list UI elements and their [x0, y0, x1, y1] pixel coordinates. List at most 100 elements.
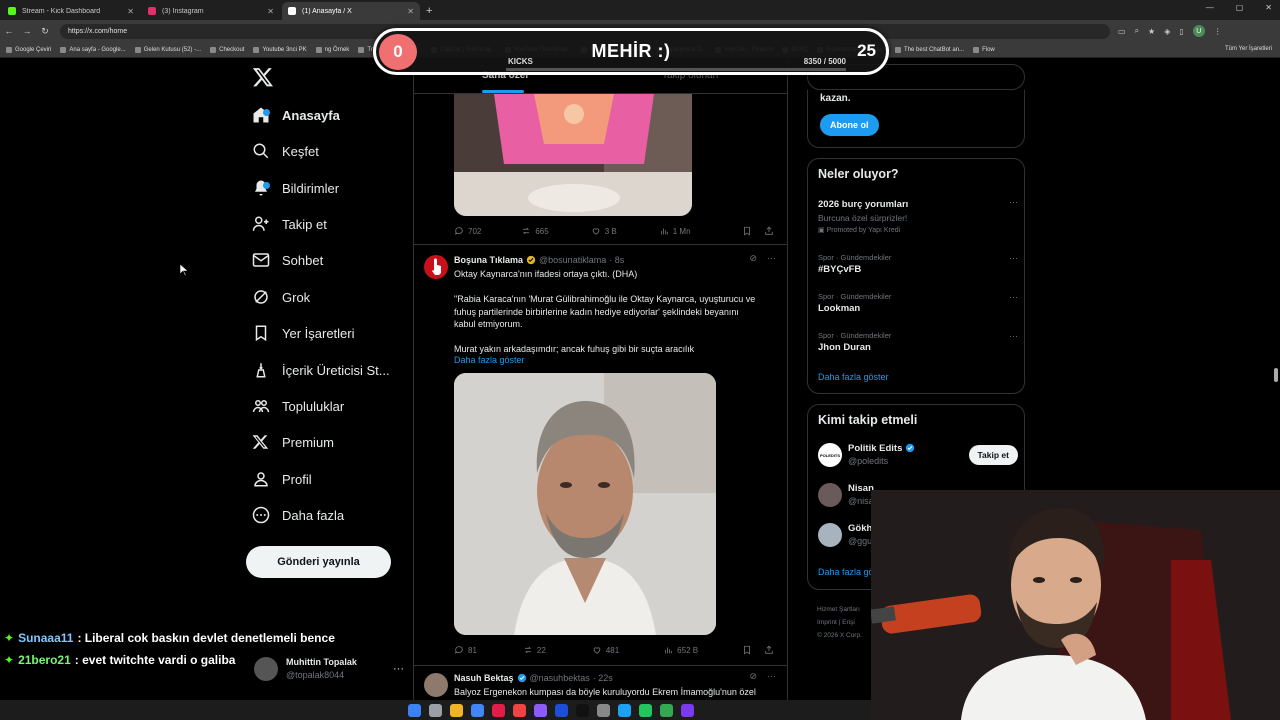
taskbar-app-icon[interactable] — [659, 703, 673, 717]
taskbar-app-icon[interactable] — [449, 703, 463, 717]
bookmark-item[interactable]: Youtube 3nci PK — [253, 46, 307, 53]
trend-item[interactable]: Spor · Gündemdekiler Lookman ··· — [818, 292, 1018, 314]
zoom-icon[interactable]: ⌕ — [1135, 26, 1139, 36]
follow-suggestion[interactable]: POLEDITS Politik Edits @poledits Takip e… — [818, 441, 1018, 471]
forward-icon[interactable]: → — [18, 26, 36, 36]
taskbar-app-icon[interactable] — [428, 703, 442, 717]
nav-item-bookmark[interactable]: Yer İşaretleri — [252, 320, 355, 346]
nav-item-mail[interactable]: Sohbet — [252, 247, 323, 273]
follow-button[interactable]: Takip et — [968, 445, 1018, 465]
browser-tab-x[interactable]: (1) Anasayfa / X ✕ — [282, 2, 420, 20]
taskbar-app-icon[interactable] — [680, 703, 694, 717]
tab-close-icon[interactable]: ✕ — [267, 7, 274, 16]
bookmark-icon[interactable] — [742, 226, 752, 236]
x-logo-icon[interactable] — [252, 66, 274, 88]
bookmark-item[interactable]: Gelen Kutusu (52) -... — [134, 46, 201, 53]
nav-item-search[interactable]: Keşfet — [252, 138, 319, 164]
more-icon[interactable]: ··· — [1009, 197, 1018, 207]
author-handle[interactable]: @nasuhbektas — [530, 673, 590, 683]
back-icon[interactable]: ← — [0, 26, 18, 36]
repost-button[interactable]: 22 — [523, 645, 546, 655]
bookmark-icon[interactable] — [742, 645, 752, 655]
account-switcher[interactable]: Muhittin Topalak @topalak8044 ··· — [254, 654, 404, 684]
post-button[interactable]: Gönderi yayınla — [246, 546, 391, 578]
taskbar-app-icon[interactable] — [407, 703, 421, 717]
bookmark-item[interactable]: ng Örnek — [315, 46, 349, 53]
nav-item-communities[interactable]: Topluluklar — [252, 393, 344, 419]
share-icon[interactable] — [764, 645, 774, 655]
grok-icon[interactable]: ⊘ — [749, 253, 757, 264]
nav-item-profile[interactable]: Profil — [252, 466, 312, 492]
cast-icon[interactable]: ▭ — [1118, 27, 1126, 36]
author-handle[interactable]: @bosunatiklama — [539, 255, 606, 265]
more-icon[interactable]: ··· — [1009, 292, 1018, 302]
author-name[interactable]: Boşuna Tıklama — [454, 255, 523, 265]
bookmark-item[interactable]: Checkout — [210, 46, 244, 53]
show-more-link[interactable]: Daha fazla göster — [818, 372, 889, 382]
share-icon[interactable] — [764, 226, 774, 236]
taskbar-app-icon[interactable] — [638, 703, 652, 717]
taskbar-app-icon[interactable] — [617, 703, 631, 717]
nav-item-grok[interactable]: Grok — [252, 284, 310, 310]
footer-link[interactable]: Hizmet Şartları — [817, 603, 862, 616]
taskbar-app-icon[interactable] — [554, 703, 568, 717]
show-more-link[interactable]: Daha fazla göster — [454, 355, 525, 365]
more-icon[interactable]: ··· — [767, 253, 776, 264]
taskbar-app-icon[interactable] — [575, 703, 589, 717]
repost-button[interactable]: 665 — [521, 226, 549, 236]
avatar[interactable] — [424, 255, 448, 279]
nav-item-x-premium[interactable]: Premium — [252, 429, 334, 455]
taskbar-app-icon[interactable] — [596, 703, 610, 717]
menu-icon[interactable]: ⋮ — [1214, 27, 1222, 36]
close-window-icon[interactable]: ✕ — [1265, 3, 1272, 12]
star-icon[interactable]: ★ — [1148, 27, 1155, 36]
nav-item-more-circle[interactable]: Daha fazla — [252, 502, 344, 528]
views-button[interactable]: 652 B — [663, 645, 698, 655]
minimize-icon[interactable]: — — [1206, 3, 1214, 12]
nav-item-person-add[interactable]: Takip et — [252, 211, 327, 237]
post-time[interactable]: · 8s — [609, 255, 624, 265]
maximize-icon[interactable]: ▢ — [1236, 3, 1244, 12]
bookmark-item[interactable]: The best ChatBot an... — [895, 46, 964, 53]
bookmark-item[interactable]: Google Çeviri — [6, 46, 51, 53]
taskbar-app-icon[interactable] — [491, 703, 505, 717]
browser-tab-instagram[interactable]: (3) Instagram ✕ — [142, 2, 280, 20]
post-bosuna-tiklama[interactable]: Boşuna Tıklama @bosunatiklama · 8s ⊘ ···… — [414, 244, 787, 664]
tab-close-icon[interactable]: ✕ — [127, 7, 134, 16]
taskbar-app-icon[interactable] — [533, 703, 547, 717]
scrollbar[interactable] — [1274, 368, 1278, 382]
sidepanel-icon[interactable]: ▯ — [1179, 27, 1183, 36]
extensions-icon[interactable]: ◈ — [1164, 27, 1170, 36]
trend-item[interactable]: Spor · Gündemdekiler Jhon Duran ··· — [818, 331, 1018, 353]
account-avatar[interactable]: U — [1192, 25, 1205, 37]
bookmark-item[interactable]: Flow — [973, 46, 995, 53]
post-time[interactable]: · 22s — [593, 673, 613, 683]
trend-item[interactable]: 2026 burç yorumları Burcuna özel sürpriz… — [818, 197, 1018, 234]
nav-item-home[interactable]: Anasayfa — [252, 102, 340, 128]
trend-item[interactable]: Spor · Gündemdekiler #BYÇvFB ··· — [818, 253, 1018, 275]
footer-link[interactable]: Imprint | Erişi — [817, 616, 862, 629]
nav-item-creator[interactable]: İçerik Üreticisi St... — [252, 357, 390, 383]
reload-icon[interactable]: ↻ — [36, 26, 54, 37]
reply-button[interactable]: 702 — [454, 226, 481, 236]
more-icon[interactable]: ··· — [767, 671, 776, 682]
all-bookmarks-link[interactable]: Tüm Yer İşaretleri — [1225, 46, 1272, 52]
new-tab-button[interactable]: + — [426, 2, 432, 20]
views-button[interactable]: 1 Mn — [659, 226, 691, 236]
tab-close-icon[interactable]: ✕ — [407, 7, 414, 16]
subscribe-button[interactable]: Abone ol — [820, 114, 879, 136]
more-icon[interactable]: ··· — [1009, 253, 1018, 263]
reply-button[interactable]: 81 — [454, 645, 477, 655]
like-button[interactable]: 481 — [592, 645, 619, 655]
browser-tab-kick[interactable]: Stream - Kick Dashboard ✕ — [2, 2, 140, 20]
show-more-link[interactable]: Daha fazla gö — [818, 567, 874, 577]
taskbar-app-icon[interactable] — [512, 703, 526, 717]
more-icon[interactable]: ··· — [393, 663, 404, 675]
taskbar-app-icon[interactable] — [470, 703, 484, 717]
avatar[interactable] — [424, 673, 448, 697]
post-nasuh-bektas[interactable]: Nasuh Bektaş @nasuhbektas · 22s ⊘ ··· Ba… — [414, 665, 787, 700]
more-icon[interactable]: ··· — [1009, 331, 1018, 341]
author-name[interactable]: Nasuh Bektaş — [454, 673, 514, 683]
like-button[interactable]: 3 B — [591, 226, 617, 236]
grok-icon[interactable]: ⊘ — [749, 671, 757, 682]
